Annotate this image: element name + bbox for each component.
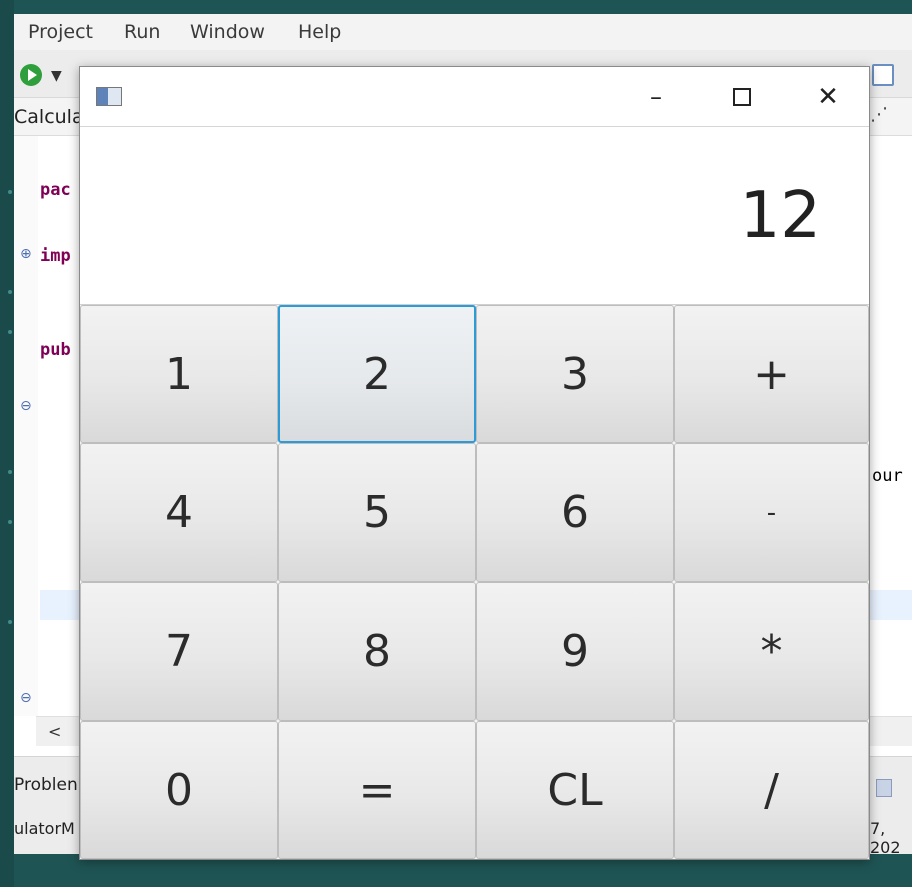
collapse-icon[interactable]: ⊖: [20, 690, 32, 706]
minimize-button[interactable]: –: [613, 67, 699, 127]
code-fragment: our: [872, 466, 903, 486]
key-clear-button[interactable]: CL: [476, 721, 674, 859]
key-plus-button[interactable]: +: [674, 305, 869, 443]
collapse-icon[interactable]: ⊖: [20, 398, 32, 414]
calculator-display: 12: [80, 127, 869, 305]
frame-marker: [8, 620, 12, 624]
key-0-button[interactable]: 0: [80, 721, 278, 859]
key-8-button[interactable]: 8: [278, 582, 476, 721]
editor-gutter: [14, 136, 38, 716]
app-icon: [96, 87, 122, 106]
maximize-button[interactable]: [699, 67, 785, 127]
menu-bar: Project Run Window Help: [14, 14, 912, 50]
title-bar[interactable]: – ✕: [80, 67, 869, 127]
chevron-down-icon[interactable]: ▼: [51, 68, 62, 84]
frame-marker: [8, 470, 12, 474]
console-icon[interactable]: [876, 779, 892, 797]
expand-icon[interactable]: ⊕: [20, 246, 32, 262]
keypad: 1 2 3 +4 5 6- 7 8 9 * 0 = CL /: [80, 305, 869, 859]
editor-tab[interactable]: Calcula: [14, 106, 84, 128]
key-equals-button[interactable]: =: [278, 721, 476, 859]
frame-marker: [8, 190, 12, 194]
key-3-button[interactable]: 3: [476, 305, 674, 443]
view-menu-icon[interactable]: ⋰: [870, 104, 888, 125]
close-button[interactable]: ✕: [785, 67, 871, 127]
code-line: pac: [40, 180, 71, 200]
key-minus-button[interactable]: -: [674, 443, 869, 582]
key-2-button[interactable]: 2: [278, 305, 476, 443]
problems-tab[interactable]: Problen: [14, 775, 78, 795]
calculator-window: – ✕ 12 1 2 3 +4 5 6-7 8 9 * 0 = CL /: [79, 66, 870, 860]
menu-run[interactable]: Run: [124, 21, 160, 43]
display-value: 12: [739, 179, 821, 253]
menu-window[interactable]: Window: [190, 21, 265, 43]
key-multiply-button[interactable]: *: [674, 582, 869, 721]
maximize-icon: [733, 88, 751, 106]
new-window-icon[interactable]: [872, 64, 894, 86]
desktop-frame: [0, 0, 14, 887]
key-1-button[interactable]: 1: [80, 305, 278, 443]
frame-marker: [8, 290, 12, 294]
status-date: 7, 202: [870, 819, 901, 854]
menu-project[interactable]: Project: [28, 21, 93, 43]
menu-help[interactable]: Help: [298, 21, 341, 43]
key-6-button[interactable]: 6: [476, 443, 674, 582]
key-9-button[interactable]: 9: [476, 582, 674, 721]
frame-marker: [8, 330, 12, 334]
status-text: ulatorM: [14, 819, 75, 838]
scroll-left-icon[interactable]: <: [48, 722, 61, 741]
key-4-button[interactable]: 4: [80, 443, 278, 582]
frame-marker: [8, 520, 12, 524]
code-line: pub: [40, 340, 71, 360]
key-5-button[interactable]: 5: [278, 443, 476, 582]
key-divide-button[interactable]: /: [674, 721, 869, 859]
code-line: imp: [40, 246, 71, 266]
run-icon[interactable]: [20, 64, 42, 86]
key-7-button[interactable]: 7: [80, 582, 278, 721]
